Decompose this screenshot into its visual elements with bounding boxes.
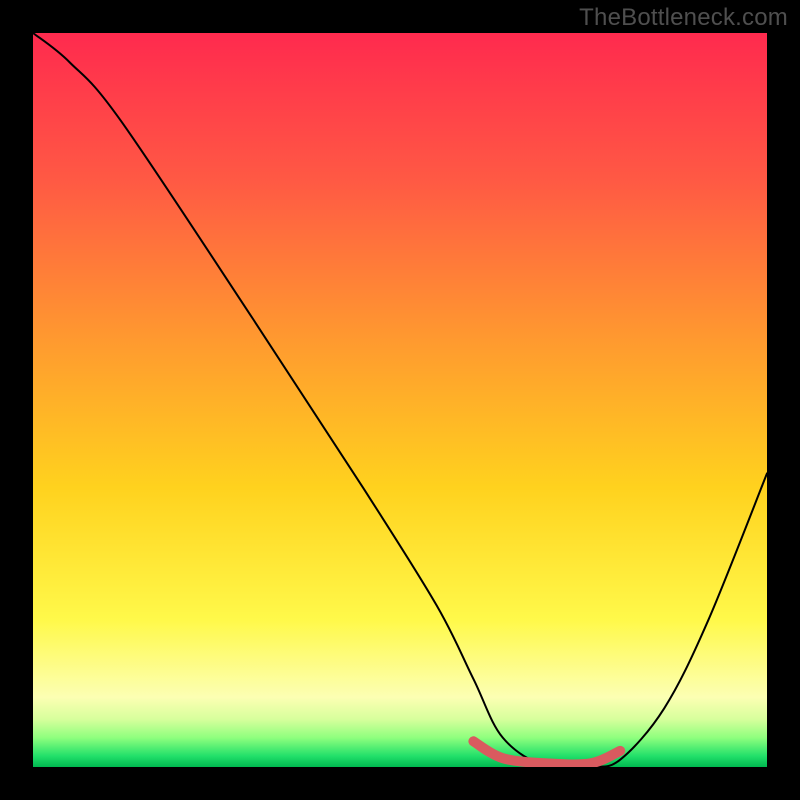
chart-stage: TheBottleneck.com: [0, 0, 800, 800]
bottleneck-chart: [0, 0, 800, 800]
watermark-label: TheBottleneck.com: [579, 4, 788, 32]
gradient-background: [33, 33, 767, 767]
